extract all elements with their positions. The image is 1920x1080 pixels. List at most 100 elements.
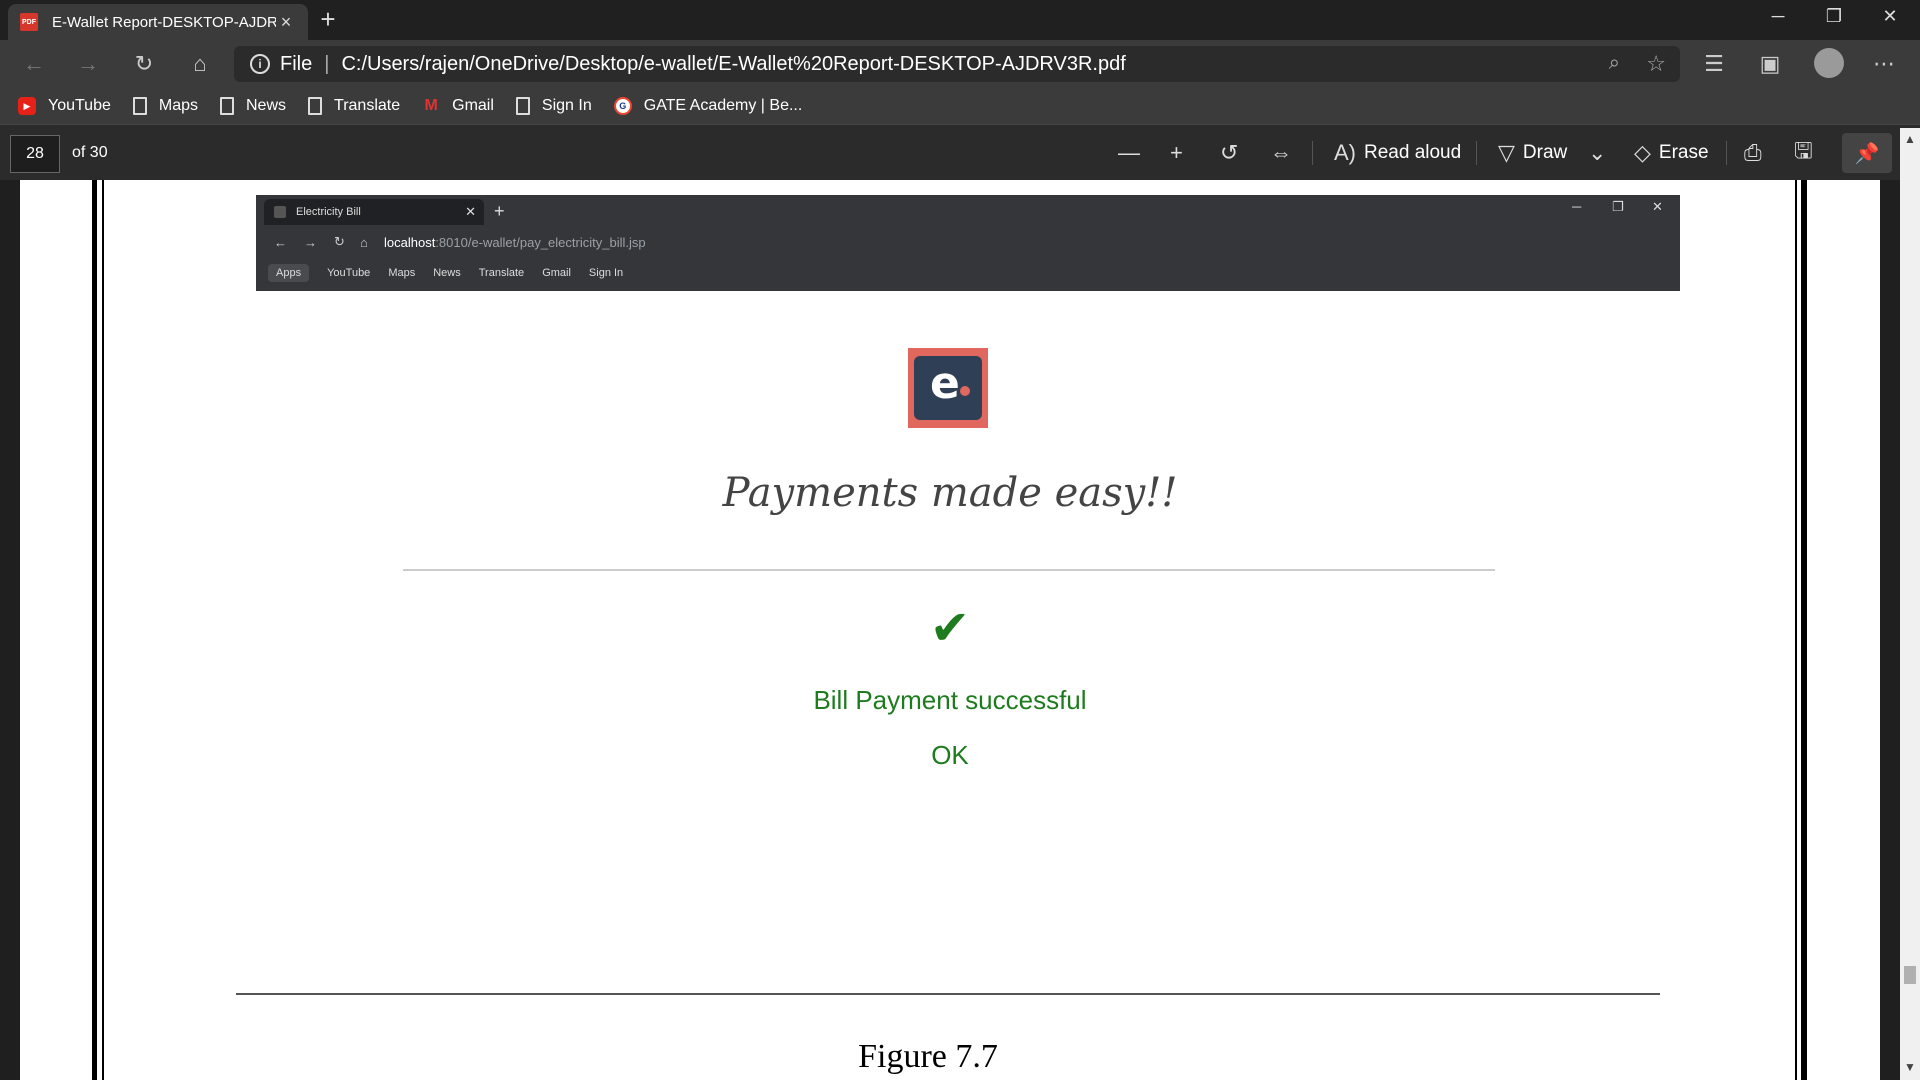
gmail-icon: M bbox=[424, 97, 438, 114]
tagline: Payments made easy!! bbox=[722, 470, 1178, 516]
bookmark-youtube[interactable]: ▶ YouTube bbox=[18, 97, 111, 115]
pdf-file-icon: PDF bbox=[20, 13, 38, 31]
embedded-bookmark: Sign In bbox=[588, 267, 624, 279]
profile-avatar[interactable] bbox=[1814, 48, 1844, 78]
fit-width-icon: ⇔ bbox=[1270, 140, 1292, 165]
embedded-tab: Electricity Bill ✕ bbox=[264, 199, 484, 225]
navigation-bar: ← → ↻ ⌂ i File | C:/Users/rajen/OneDrive… bbox=[0, 40, 1920, 88]
read-aloud-label: Read aloud bbox=[1364, 142, 1462, 163]
divider bbox=[403, 569, 1495, 571]
address-separator: | bbox=[324, 52, 330, 75]
pdf-page: Electricity Bill ✕ + ─ ❐ ✕ ← → ↻ ⌂ local… bbox=[20, 180, 1880, 1080]
refresh-icon[interactable]: ↻ bbox=[126, 48, 162, 80]
address-url[interactable]: C:/Users/rajen/OneDrive/Desktop/e-wallet… bbox=[341, 53, 1125, 76]
favorites-list-icon[interactable]: ☰ bbox=[1696, 48, 1732, 80]
minimize-button[interactable]: ─ bbox=[1750, 0, 1806, 32]
scroll-down-icon[interactable]: ▼ bbox=[1904, 1060, 1916, 1074]
eraser-icon: ◇ bbox=[1634, 140, 1651, 165]
logo-letter: e bbox=[930, 358, 960, 409]
print-icon: ⎙ bbox=[1744, 140, 1762, 165]
pin-icon: 📌 bbox=[1854, 142, 1880, 165]
print-button[interactable]: ⎙ bbox=[1744, 137, 1770, 169]
embedded-url: localhost:8010/e-wallet/pay_electricity_… bbox=[384, 235, 646, 250]
vertical-scrollbar[interactable]: ▲ ▼ bbox=[1900, 128, 1920, 1080]
embedded-back-icon: ← bbox=[274, 234, 287, 250]
pdf-viewer[interactable]: Electricity Bill ✕ + ─ ❐ ✕ ← → ↻ ⌂ local… bbox=[0, 180, 1900, 1080]
embedded-tab-close-icon: ✕ bbox=[465, 204, 476, 219]
scroll-up-icon[interactable]: ▲ bbox=[1904, 132, 1916, 146]
info-icon[interactable]: i bbox=[250, 54, 270, 74]
erase-button[interactable]: ◇ Erase bbox=[1634, 137, 1709, 169]
embedded-close-icon: ✕ bbox=[1652, 199, 1663, 214]
gate-academy-icon: G bbox=[613, 97, 632, 115]
tab-close-icon[interactable]: × bbox=[276, 12, 296, 33]
embedded-bookmark: News bbox=[433, 267, 461, 279]
tab-active[interactable]: PDF E-Wallet Report-DESKTOP-AJDRV3R × bbox=[8, 4, 308, 40]
embedded-reload-icon: ↻ bbox=[334, 234, 345, 249]
figure-divider bbox=[236, 993, 1660, 995]
zoom-icon[interactable]: ⌕ bbox=[1609, 52, 1620, 75]
bookmark-label: Translate bbox=[334, 97, 401, 114]
embedded-bookmark: Translate bbox=[478, 267, 525, 279]
zoom-out-button[interactable]: — bbox=[1118, 137, 1148, 169]
page-total: of 30 bbox=[72, 144, 108, 161]
bookmark-label: News bbox=[246, 97, 287, 114]
embedded-forward-icon: → bbox=[304, 234, 317, 250]
page-icon bbox=[132, 97, 147, 115]
embedded-bookmarks-bar: Apps YouTube Maps News Translate Gmail S… bbox=[268, 261, 641, 285]
forward-icon[interactable]: → bbox=[70, 48, 106, 80]
bookmark-label: GATE Academy | Be... bbox=[643, 97, 803, 114]
close-window-button[interactable]: ✕ bbox=[1862, 0, 1918, 32]
draw-options-dropdown[interactable]: ⌄ bbox=[1588, 137, 1614, 169]
pin-toolbar-button[interactable]: 📌 bbox=[1842, 133, 1892, 173]
read-aloud-icon: A) bbox=[1334, 140, 1356, 165]
restore-button[interactable]: ❐ bbox=[1806, 0, 1862, 32]
draw-button[interactable]: ▽ Draw bbox=[1498, 137, 1567, 169]
home-icon[interactable]: ⌂ bbox=[182, 48, 218, 80]
scrollbar-thumb[interactable] bbox=[1904, 966, 1916, 984]
read-aloud-button[interactable]: A) Read aloud bbox=[1334, 137, 1461, 169]
bookmark-label: YouTube bbox=[48, 97, 111, 114]
rotate-icon: ↺ bbox=[1220, 140, 1239, 165]
embedded-bookmark: YouTube bbox=[327, 267, 371, 279]
rotate-button[interactable]: ↺ bbox=[1220, 137, 1246, 169]
collections-icon[interactable]: ▣ bbox=[1752, 48, 1788, 80]
bookmark-translate[interactable]: Translate bbox=[308, 97, 400, 115]
bookmark-label: Gmail bbox=[452, 97, 494, 114]
embedded-new-tab-icon: + bbox=[494, 201, 505, 221]
page-number-input[interactable]: 28 bbox=[10, 135, 60, 173]
e-wallet-logo: e bbox=[908, 348, 988, 428]
favorite-star-icon[interactable]: ☆ bbox=[1646, 51, 1666, 77]
back-icon[interactable]: ← bbox=[16, 48, 52, 80]
bookmark-label: Maps bbox=[158, 97, 198, 114]
scheme-label: File bbox=[280, 52, 313, 75]
toolbar-divider bbox=[1476, 141, 1477, 165]
new-tab-button[interactable]: + bbox=[314, 6, 342, 34]
toolbar-divider bbox=[1726, 141, 1727, 165]
draw-label: Draw bbox=[1522, 142, 1568, 163]
figure-caption: Figure 7.7 bbox=[858, 1038, 998, 1075]
wallet-favicon-icon bbox=[274, 206, 286, 218]
toolbar-divider bbox=[1312, 141, 1313, 165]
tab-bar: PDF E-Wallet Report-DESKTOP-AJDRV3R × + … bbox=[0, 0, 1920, 40]
save-icon: 🖫 bbox=[1794, 138, 1813, 163]
browser-window: PDF E-Wallet Report-DESKTOP-AJDRV3R × + … bbox=[0, 0, 1920, 1080]
bookmark-gmail[interactable]: M Gmail bbox=[422, 97, 494, 115]
bookmark-maps[interactable]: Maps bbox=[132, 97, 198, 115]
more-options-icon[interactable]: ⋯ bbox=[1866, 48, 1902, 80]
embedded-home-icon: ⌂ bbox=[360, 234, 368, 250]
tab-title: E-Wallet Report-DESKTOP-AJDRV3R bbox=[52, 13, 276, 31]
zoom-in-button[interactable]: + bbox=[1170, 137, 1191, 169]
bookmark-gate-academy[interactable]: G GATE Academy | Be... bbox=[613, 97, 803, 115]
address-bar[interactable]: i File | C:/Users/rajen/OneDrive/Desktop… bbox=[234, 46, 1680, 82]
bookmark-news[interactable]: News bbox=[220, 97, 286, 115]
fit-page-button[interactable]: ⇔ bbox=[1270, 137, 1300, 169]
page-icon bbox=[515, 97, 530, 115]
ok-link: OK bbox=[931, 740, 969, 770]
save-button[interactable]: 🖫 bbox=[1794, 137, 1821, 169]
embedded-browser-screenshot: Electricity Bill ✕ + ─ ❐ ✕ ← → ↻ ⌂ local… bbox=[256, 195, 1680, 291]
erase-label: Erase bbox=[1658, 142, 1709, 163]
bookmark-sign-in[interactable]: Sign In bbox=[515, 97, 592, 115]
draw-icon: ▽ bbox=[1498, 140, 1515, 165]
chevron-down-icon: ⌄ bbox=[1588, 140, 1607, 165]
